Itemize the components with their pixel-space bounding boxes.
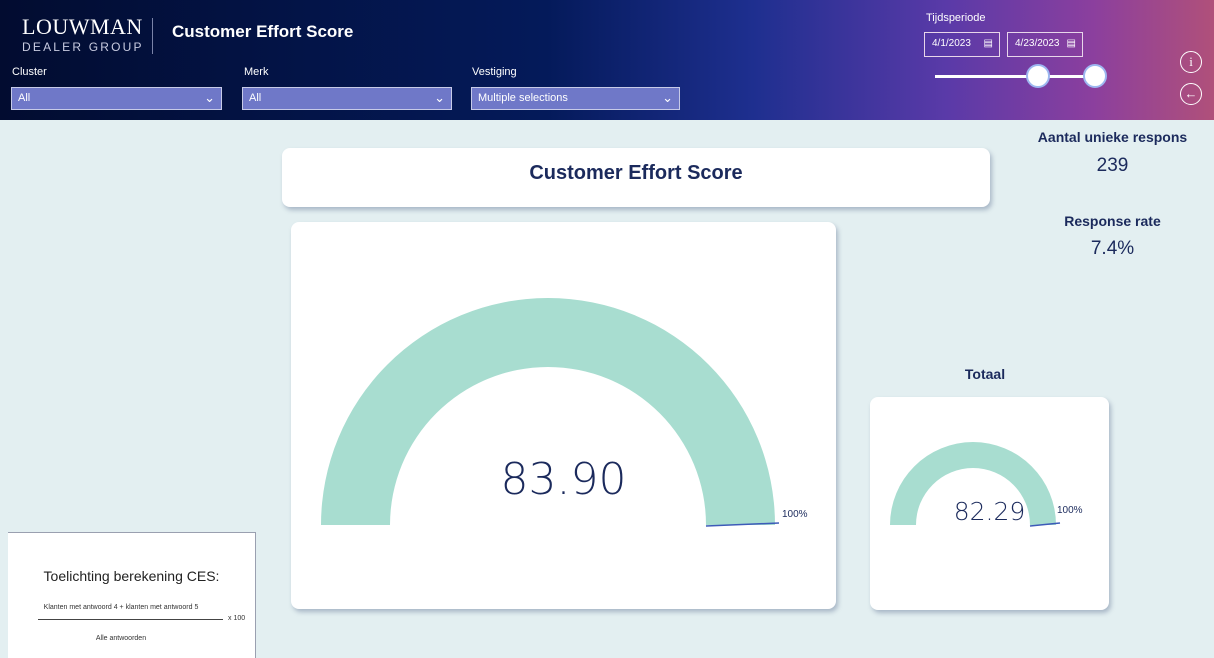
formula-multiplier: x 100: [228, 615, 246, 622]
date-range-slider-track[interactable]: [935, 75, 1095, 78]
chevron-down-icon: ⌄: [204, 90, 215, 105]
chevron-down-icon: ⌄: [662, 90, 673, 105]
logo-sub-text: DEALER GROUP: [22, 40, 144, 54]
app-title: Customer Effort Score: [172, 22, 354, 41]
merk-filter-value: All: [249, 92, 262, 104]
calendar-icon: ▤: [1066, 38, 1076, 49]
cluster-filter-dropdown[interactable]: All ⌄: [11, 87, 222, 110]
main-gauge-card: 83.90 100%: [291, 222, 836, 609]
ces-explanation-box: Toelichting berekening CES: Klanten met …: [8, 532, 256, 658]
explanation-title: Toelichting berekening CES:: [43, 568, 220, 584]
unique-responses-value: 239: [1096, 155, 1129, 176]
start-date-value: 4/1/2023: [932, 38, 971, 49]
vestiging-filter-dropdown[interactable]: Multiple selections ⌄: [471, 87, 680, 110]
unique-responses-label: Aantal unieke respons: [1037, 129, 1188, 145]
response-rate-label: Response rate: [1064, 213, 1161, 229]
totaal-label: Totaal: [964, 366, 1006, 382]
date-slider-end-handle[interactable]: [1083, 64, 1107, 88]
page-title: Customer Effort Score: [529, 162, 743, 184]
header-bar: LOUWMAN DEALER GROUP Customer Effort Sco…: [0, 0, 1214, 120]
period-label: Tijdsperiode: [926, 12, 986, 24]
response-rate-value: 7.4%: [1090, 238, 1135, 259]
calendar-icon: ▤: [983, 38, 993, 49]
vestiging-filter-value: Multiple selections: [478, 92, 568, 104]
louwman-logo: LOUWMAN DEALER GROUP: [22, 14, 144, 55]
formula-numerator: Klanten met antwoord 4 + klanten met ant…: [43, 604, 199, 611]
main-gauge-max-label: 100%: [782, 509, 808, 520]
info-icon[interactable]: i: [1180, 51, 1202, 73]
merk-filter-dropdown[interactable]: All ⌄: [242, 87, 452, 110]
totaal-gauge-card: 82.29 100%: [870, 397, 1109, 610]
formula-divider: [38, 619, 223, 620]
chevron-down-icon: ⌄: [434, 90, 445, 105]
main-gauge-svg: [321, 298, 780, 527]
end-date-value: 4/23/2023: [1015, 38, 1060, 49]
cluster-filter-value: All: [18, 92, 31, 104]
cluster-filter-label: Cluster: [12, 66, 47, 78]
formula-denominator: Alle antwoorden: [95, 635, 147, 642]
vestiging-filter-label: Vestiging: [472, 66, 517, 78]
page-title-card: Customer Effort Score: [282, 148, 990, 207]
main-gauge-value: 83.90: [500, 454, 627, 505]
start-date-input[interactable]: 4/1/2023 ▤: [924, 32, 1000, 57]
logo-main-text: LOUWMAN: [22, 14, 143, 39]
logo-divider: [152, 18, 153, 54]
merk-filter-label: Merk: [244, 66, 269, 78]
date-slider-start-handle[interactable]: [1026, 64, 1050, 88]
end-date-input[interactable]: 4/23/2023 ▤: [1007, 32, 1083, 57]
totaal-gauge-max-label: 100%: [1057, 505, 1083, 516]
back-arrow-icon[interactable]: ←: [1180, 83, 1202, 105]
